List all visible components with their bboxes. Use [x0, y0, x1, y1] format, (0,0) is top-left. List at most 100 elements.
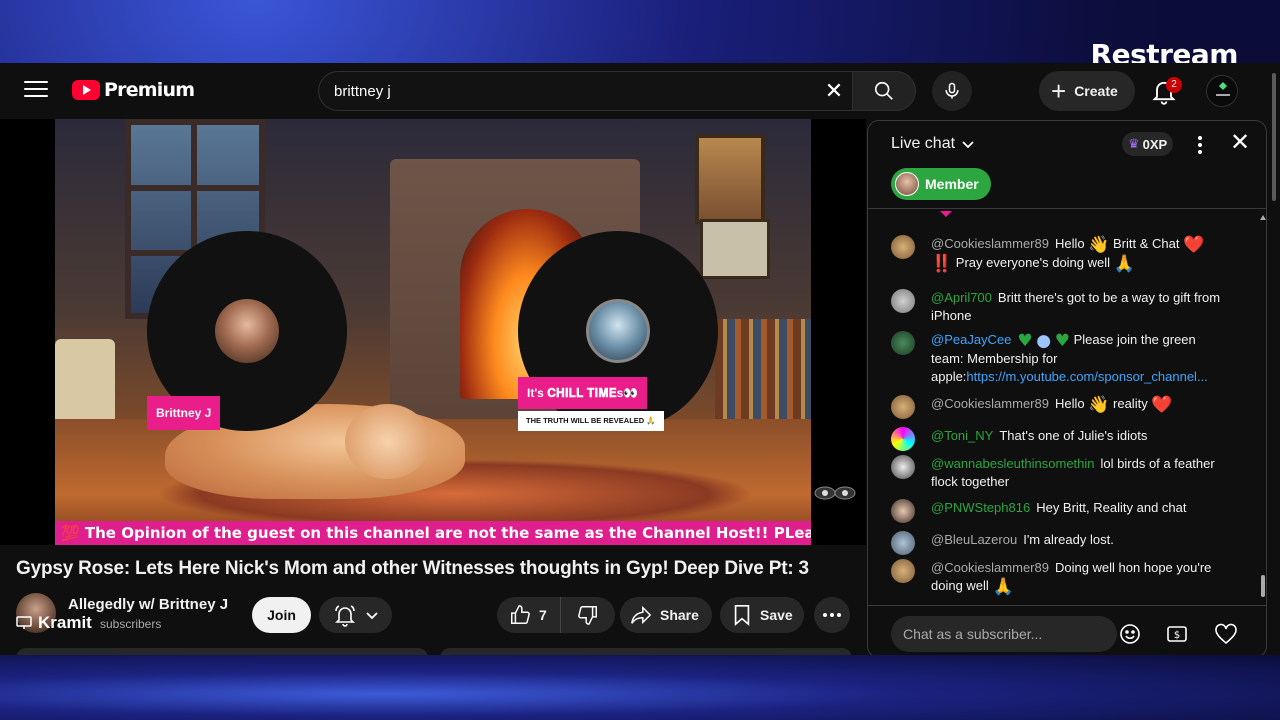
menu-icon[interactable] — [24, 81, 48, 101]
author-name[interactable]: @PeaJayCee — [931, 332, 1011, 347]
join-button[interactable]: Join — [252, 597, 311, 633]
wave-emoji: 👋 — [1088, 395, 1110, 415]
more-horizontal-icon — [823, 613, 841, 617]
masthead: Premium ✕ + Create 2 — [0, 63, 1280, 119]
channel-logo-icon — [1207, 76, 1237, 106]
chat-message-input[interactable] — [891, 616, 1117, 652]
emoji-picker-icon[interactable] — [1118, 622, 1142, 646]
author-name[interactable]: @Cookieslammer89 — [931, 560, 1049, 575]
chat-title: Live chat — [891, 135, 956, 152]
author-name[interactable]: @Toni_NY — [931, 428, 993, 443]
microphone-icon — [945, 82, 959, 99]
member-filter-chip[interactable]: Member — [891, 168, 991, 200]
heart-icon[interactable] — [1214, 622, 1238, 646]
plus-icon: + — [1051, 76, 1067, 106]
double-exclamation-emoji: ‼️ — [931, 254, 953, 274]
author-name[interactable]: @Cookieslammer89 — [931, 236, 1049, 251]
notifications-count-badge: 2 — [1166, 77, 1182, 93]
author-name[interactable]: @Cookieslammer89 — [931, 396, 1049, 411]
message-text: Hey Britt, Reality and chat — [1036, 500, 1187, 515]
green-heart-emoji: ♥ — [1017, 331, 1033, 351]
super-chat-icon[interactable]: $ — [1165, 622, 1189, 646]
chat-message: @Cookieslammer89 Doing well hon hope you'… — [891, 559, 1231, 596]
svg-text:$: $ — [1174, 630, 1180, 641]
author-avatar[interactable] — [891, 235, 915, 259]
chat-message: @Cookieslammer89 Hello 👋 Britt & Chat ❤️ … — [891, 235, 1231, 273]
dislike-button[interactable] — [561, 597, 615, 633]
search-input[interactable] — [334, 82, 794, 100]
video-player[interactable]: Brittney J It's 𝐂𝐇𝐈𝐋𝐋 𝐓𝐈𝐌𝐄s👀 THE TRUTH W… — [0, 119, 866, 545]
author-avatar[interactable] — [891, 289, 915, 313]
bookmark-icon — [734, 605, 750, 626]
clear-search-icon[interactable]: ✕ — [822, 79, 846, 103]
xp-value: 0XP — [1142, 136, 1168, 152]
chat-message: @Toni_NY That's one of Julie's idiots — [891, 427, 1231, 451]
chat-options-icon[interactable] — [1188, 133, 1212, 157]
chat-mode-dropdown[interactable]: Live chat — [891, 135, 975, 153]
message-text: That's one of Julie's idiots — [999, 428, 1148, 443]
chat-message: @April700 Britt there's got to be a way t… — [891, 289, 1231, 325]
description-card[interactable] — [16, 648, 428, 655]
crown-icon: ♛ — [1128, 136, 1140, 151]
video-frame: Brittney J It's 𝐂𝐇𝐈𝐋𝐋 𝐓𝐈𝐌𝐄s👀 THE TRUTH W… — [55, 119, 811, 545]
subscriber-count: subscribers — [100, 617, 162, 631]
chat-message: @wannabesleuthinsomethin lol birds of a f… — [891, 455, 1231, 491]
related-card[interactable] — [440, 648, 852, 655]
share-button[interactable]: Share — [620, 597, 712, 633]
save-button[interactable]: Save — [720, 597, 804, 633]
search-button[interactable] — [852, 71, 916, 111]
chat-header: Live chat ♛ 0XP ✕ Member — [868, 121, 1266, 209]
thumbs-up-icon — [511, 605, 530, 624]
author-avatar[interactable] — [891, 499, 915, 523]
author-avatar[interactable] — [891, 331, 915, 355]
chat-messages: @Cookieslammer89 Hello 👋 Britt & Chat ❤️ … — [868, 215, 1258, 655]
chat-message: @PeaJayCee ♥ ● ♥ Please join the green te… — [891, 331, 1231, 386]
account-avatar[interactable] — [1206, 75, 1238, 107]
chat-message: @BleuLazerou I'm already lost. — [891, 531, 1231, 555]
author-name[interactable]: @April700 — [931, 290, 992, 305]
search-box[interactable]: ✕ — [318, 71, 852, 111]
channel-name[interactable]: Allegedly w/ Brittney J — [68, 596, 228, 613]
globe-emoji: ● — [1036, 331, 1052, 351]
eyes-logo-icon — [814, 486, 856, 500]
page-scrollbar[interactable] — [1268, 63, 1280, 655]
author-avatar[interactable] — [891, 531, 915, 555]
heart-emoji: ❤️ — [1151, 395, 1173, 415]
youtube-premium-logo[interactable]: Premium — [72, 79, 195, 101]
author-avatar[interactable] — [891, 427, 915, 451]
search-icon — [874, 81, 893, 100]
monitor-icon — [16, 616, 32, 629]
host-avatar — [586, 299, 650, 363]
message-text: Britt & Chat — [1113, 236, 1180, 251]
youtube-window: Premium ✕ + Create 2 — [0, 63, 1280, 655]
author-name[interactable]: @wannabesleuthinsomethin — [931, 456, 1095, 471]
youtube-play-icon — [72, 80, 100, 100]
close-chat-icon[interactable]: ✕ — [1228, 131, 1252, 155]
author-avatar[interactable] — [891, 395, 915, 419]
chat-scrollbar[interactable] — [1260, 215, 1266, 605]
create-button[interactable]: + Create — [1039, 71, 1135, 111]
message-text: I'm already lost. — [1023, 532, 1114, 547]
message-text: Hello — [1054, 236, 1085, 251]
save-label: Save — [760, 607, 793, 623]
scene-bear-painting — [695, 134, 765, 224]
member-label: Member — [925, 176, 979, 192]
message-link[interactable]: https://m.youtube.com/sponsor_channel... — [966, 369, 1207, 384]
like-button[interactable]: 7 — [497, 597, 561, 633]
author-name[interactable]: @PNWSteph816 — [931, 500, 1030, 515]
author-avatar[interactable] — [891, 559, 915, 583]
like-count: 7 — [539, 607, 547, 623]
author-avatar[interactable] — [891, 455, 915, 479]
voice-search-button[interactable] — [932, 71, 972, 111]
message-text: Pray everyone's doing well — [955, 255, 1111, 270]
share-label: Share — [660, 607, 699, 623]
subscription-bell-button[interactable] — [319, 597, 392, 633]
guest-name-tag: Brittney J — [147, 396, 221, 430]
bell-ring-icon — [334, 605, 355, 627]
xp-badge[interactable]: ♛ 0XP — [1122, 132, 1174, 156]
chevron-down-icon — [962, 141, 974, 149]
create-label: Create — [1074, 83, 1118, 99]
chat-message: @PNWSteph816 Hey Britt, Reality and chat — [891, 499, 1231, 523]
author-name[interactable]: @BleuLazerou — [931, 532, 1017, 547]
more-actions-button[interactable] — [814, 597, 850, 633]
